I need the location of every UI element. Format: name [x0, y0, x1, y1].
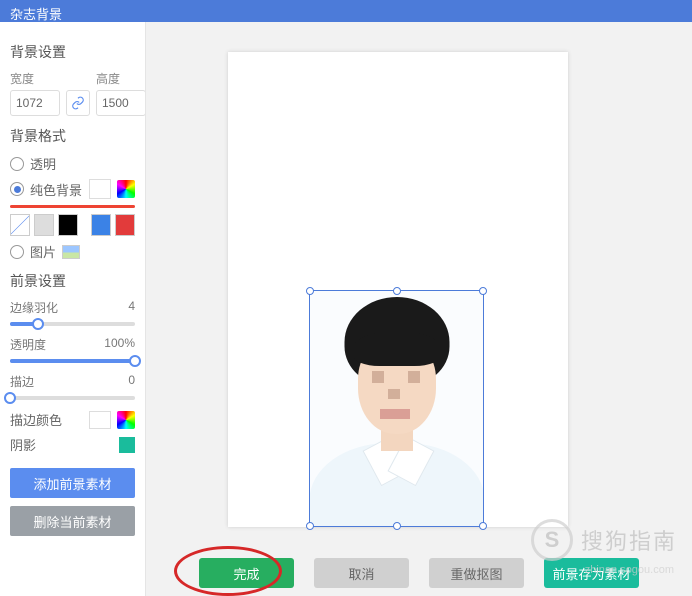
radio-icon	[10, 182, 24, 196]
stroke-color-row: 描边颜色	[10, 410, 135, 429]
height-field: 高度	[96, 70, 146, 116]
resize-handle[interactable]	[393, 522, 401, 530]
radio-label: 图片	[30, 242, 56, 261]
photo-content	[310, 291, 483, 526]
dimensions-row: 宽度 高度	[10, 70, 135, 116]
radio-label: 纯色背景	[30, 180, 82, 199]
height-label: 高度	[96, 70, 146, 87]
radio-icon	[10, 245, 24, 259]
opacity-row: 透明度 100%	[10, 336, 135, 353]
shadow-toggle[interactable]	[119, 437, 135, 453]
feather-slider[interactable]	[10, 322, 135, 326]
resize-handle[interactable]	[479, 287, 487, 295]
link-aspect-icon[interactable]	[66, 90, 90, 116]
radio-solid[interactable]: 纯色背景	[10, 179, 135, 199]
stroke-value: 0	[128, 373, 135, 390]
header-title: 杂志背景	[10, 7, 62, 22]
stroke-color-label: 描边颜色	[10, 410, 62, 429]
sidebar: 背景设置 宽度 高度 背景格式 透明 纯色背景	[0, 22, 145, 596]
color-swatches	[10, 214, 135, 236]
app-header: 杂志背景	[0, 0, 692, 22]
color-picker-icon[interactable]	[117, 411, 135, 429]
shadow-label: 阴影	[10, 435, 36, 454]
stroke-label: 描边	[10, 373, 34, 390]
width-input[interactable]	[10, 90, 60, 116]
feather-label: 边缘羽化	[10, 299, 58, 316]
opacity-value: 100%	[104, 336, 135, 353]
feather-value: 4	[128, 299, 135, 316]
stroke-row: 描边 0	[10, 373, 135, 390]
opacity-label: 透明度	[10, 336, 46, 353]
width-label: 宽度	[10, 70, 60, 87]
resize-handle[interactable]	[479, 522, 487, 530]
opacity-slider[interactable]	[10, 359, 135, 363]
swatch-blue[interactable]	[91, 214, 111, 236]
feather-row: 边缘羽化 4	[10, 299, 135, 316]
radio-label: 透明	[30, 154, 56, 173]
current-color-swatch[interactable]	[89, 179, 111, 199]
watermark-logo-icon: S	[531, 519, 573, 561]
watermark-url: zhinan.sogou.com	[585, 564, 674, 576]
resize-handle[interactable]	[393, 287, 401, 295]
shadow-row: 阴影	[10, 435, 135, 454]
watermark: S 搜狗指南	[531, 519, 677, 561]
height-input[interactable]	[96, 90, 146, 116]
done-button[interactable]: 完成	[199, 558, 294, 588]
image-thumb-icon	[62, 245, 80, 259]
radio-transparent[interactable]: 透明	[10, 154, 135, 173]
delete-foreground-button[interactable]: 删除当前素材	[10, 506, 135, 536]
redo-cutout-button[interactable]: 重做抠图	[429, 558, 524, 588]
stroke-slider[interactable]	[10, 396, 135, 400]
swatch-black[interactable]	[58, 214, 78, 236]
swatch-grey[interactable]	[34, 214, 54, 236]
canvas-area: 完成 取消 重做抠图 前景存为素材 S 搜狗指南 zhinan.sogou.co…	[145, 22, 692, 596]
radio-image[interactable]: 图片	[10, 242, 135, 261]
color-picker-icon[interactable]	[117, 180, 135, 198]
add-foreground-button[interactable]: 添加前景素材	[10, 468, 135, 498]
watermark-text: 搜狗指南	[581, 524, 677, 556]
swatch-none[interactable]	[10, 214, 30, 236]
annotation-underline	[10, 205, 135, 208]
resize-handle[interactable]	[306, 522, 314, 530]
width-field: 宽度	[10, 70, 60, 116]
cancel-button[interactable]: 取消	[314, 558, 409, 588]
radio-icon	[10, 157, 24, 171]
photo-selection-frame[interactable]	[309, 290, 484, 527]
bg-format-title: 背景格式	[10, 126, 135, 146]
fg-section-title: 前景设置	[10, 271, 135, 291]
main-container: 背景设置 宽度 高度 背景格式 透明 纯色背景	[0, 22, 692, 596]
resize-handle[interactable]	[306, 287, 314, 295]
swatch-red[interactable]	[115, 214, 135, 236]
bg-section-title: 背景设置	[10, 42, 135, 62]
stroke-color-swatch[interactable]	[89, 411, 111, 429]
